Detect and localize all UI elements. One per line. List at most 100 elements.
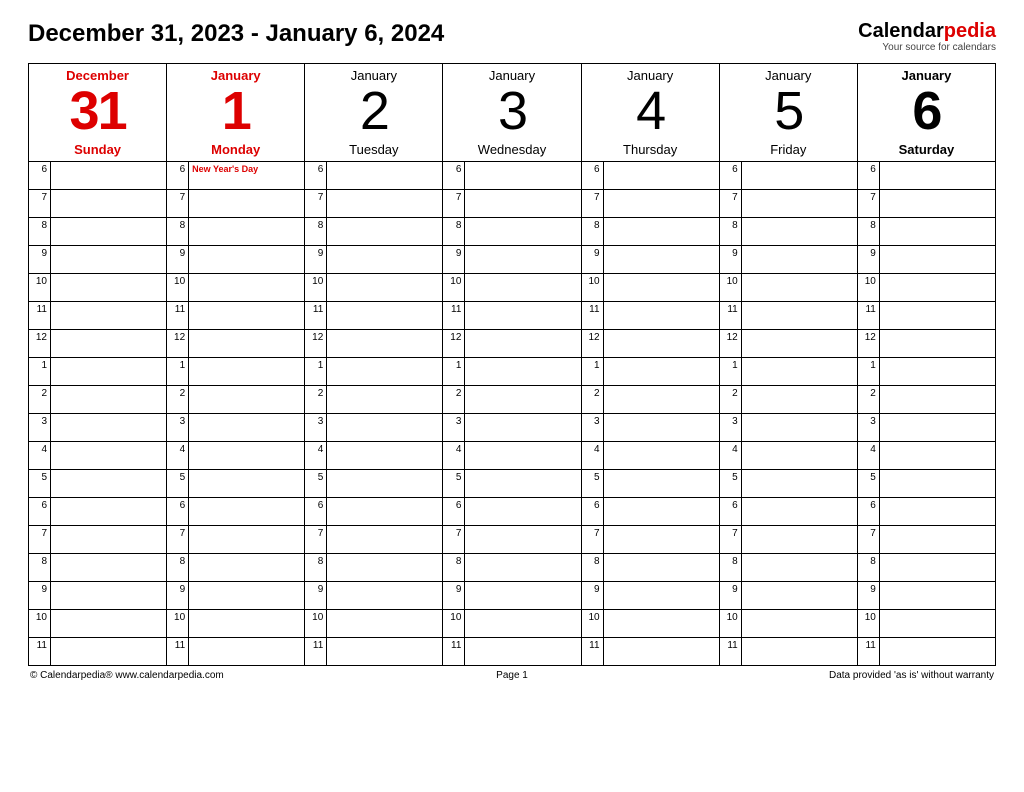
time-slot[interactable]: 6 (719, 497, 857, 525)
time-slot[interactable]: 4 (857, 441, 995, 469)
time-slot[interactable]: 1 (29, 357, 167, 385)
time-slot[interactable]: 9 (29, 245, 167, 273)
time-slot[interactable]: 12 (581, 329, 719, 357)
time-slot[interactable]: 7 (167, 189, 305, 217)
time-slot[interactable]: 7 (305, 189, 443, 217)
time-slot[interactable]: 6 (29, 161, 167, 189)
time-slot[interactable]: 7 (29, 525, 167, 553)
time-slot[interactable]: 11 (29, 637, 167, 665)
time-slot[interactable]: 12 (719, 329, 857, 357)
time-slot[interactable]: 7 (581, 525, 719, 553)
time-slot[interactable]: 7 (29, 189, 167, 217)
time-slot[interactable]: 11 (443, 637, 581, 665)
time-slot[interactable]: 10 (719, 609, 857, 637)
time-slot[interactable]: 1 (719, 357, 857, 385)
time-slot[interactable]: 8 (305, 553, 443, 581)
time-slot[interactable]: 2 (305, 385, 443, 413)
time-slot[interactable]: 9 (857, 245, 995, 273)
time-slot[interactable]: 9 (167, 581, 305, 609)
time-slot[interactable]: 10 (857, 273, 995, 301)
time-slot[interactable]: 7 (443, 189, 581, 217)
time-slot[interactable]: 7 (443, 525, 581, 553)
time-slot[interactable]: 11 (719, 637, 857, 665)
time-slot[interactable]: 8 (305, 217, 443, 245)
time-slot[interactable]: 10 (581, 609, 719, 637)
time-slot[interactable]: 5 (857, 469, 995, 497)
time-slot[interactable]: 8 (857, 217, 995, 245)
time-slot[interactable]: 6 (443, 497, 581, 525)
time-slot[interactable]: 2 (443, 385, 581, 413)
time-slot[interactable]: 2 (581, 385, 719, 413)
time-slot[interactable]: 2 (857, 385, 995, 413)
time-slot[interactable]: 7 (167, 525, 305, 553)
time-slot[interactable]: 10 (443, 273, 581, 301)
time-slot[interactable]: 7 (719, 525, 857, 553)
time-slot[interactable]: 8 (719, 217, 857, 245)
time-slot[interactable]: 5 (305, 469, 443, 497)
time-slot[interactable]: 6 (29, 497, 167, 525)
time-slot[interactable]: 9 (443, 245, 581, 273)
time-slot[interactable]: 7 (719, 189, 857, 217)
time-slot[interactable]: 11 (857, 301, 995, 329)
time-slot[interactable]: 6 (305, 497, 443, 525)
time-slot[interactable]: 8 (167, 217, 305, 245)
time-slot[interactable]: 7 (305, 525, 443, 553)
time-slot[interactable]: 6 (167, 497, 305, 525)
time-slot[interactable]: 3 (305, 413, 443, 441)
time-slot[interactable]: 5 (581, 469, 719, 497)
time-slot[interactable]: 8 (581, 553, 719, 581)
time-slot[interactable]: 9 (305, 245, 443, 273)
time-slot[interactable]: 7 (581, 189, 719, 217)
time-slot[interactable]: 4 (167, 441, 305, 469)
time-slot[interactable]: 6 (719, 161, 857, 189)
time-slot[interactable]: 7 (857, 189, 995, 217)
time-slot[interactable]: 3 (443, 413, 581, 441)
time-slot[interactable]: 10 (305, 273, 443, 301)
time-slot[interactable]: 10 (719, 273, 857, 301)
time-slot[interactable]: 2 (167, 385, 305, 413)
time-slot[interactable]: 11 (29, 301, 167, 329)
time-slot[interactable]: 12 (305, 329, 443, 357)
time-slot[interactable]: 10 (443, 609, 581, 637)
time-slot[interactable]: 6 (857, 161, 995, 189)
time-slot[interactable]: 10 (581, 273, 719, 301)
time-slot[interactable]: 9 (167, 245, 305, 273)
time-slot[interactable]: 9 (581, 581, 719, 609)
time-slot[interactable]: 3 (29, 413, 167, 441)
time-slot[interactable]: 5 (719, 469, 857, 497)
time-slot[interactable]: 7 (857, 525, 995, 553)
time-slot[interactable]: 10 (857, 609, 995, 637)
time-slot[interactable]: 12 (443, 329, 581, 357)
time-slot[interactable]: 11 (305, 637, 443, 665)
time-slot[interactable]: 1 (581, 357, 719, 385)
time-slot[interactable]: 6 (443, 161, 581, 189)
time-slot[interactable]: 8 (581, 217, 719, 245)
time-slot[interactable]: 8 (443, 553, 581, 581)
time-slot[interactable]: 11 (719, 301, 857, 329)
time-slot[interactable]: 11 (167, 637, 305, 665)
time-slot[interactable]: 1 (857, 357, 995, 385)
time-slot[interactable]: 6New Year's Day (167, 161, 305, 189)
time-slot[interactable]: 4 (443, 441, 581, 469)
time-slot[interactable]: 11 (305, 301, 443, 329)
time-slot[interactable]: 12 (167, 329, 305, 357)
time-slot[interactable]: 8 (857, 553, 995, 581)
time-slot[interactable]: 6 (581, 497, 719, 525)
time-slot[interactable]: 10 (29, 609, 167, 637)
time-slot[interactable]: 10 (29, 273, 167, 301)
time-slot[interactable]: 9 (581, 245, 719, 273)
time-slot[interactable]: 11 (581, 301, 719, 329)
time-slot[interactable]: 1 (167, 357, 305, 385)
time-slot[interactable]: 8 (443, 217, 581, 245)
time-slot[interactable]: 9 (719, 581, 857, 609)
time-slot[interactable]: 6 (305, 161, 443, 189)
time-slot[interactable]: 4 (29, 441, 167, 469)
time-slot[interactable]: 8 (29, 217, 167, 245)
time-slot[interactable]: 3 (857, 413, 995, 441)
time-slot[interactable]: 5 (167, 469, 305, 497)
time-slot[interactable]: 12 (29, 329, 167, 357)
time-slot[interactable]: 4 (581, 441, 719, 469)
time-slot[interactable]: 2 (719, 385, 857, 413)
time-slot[interactable]: 6 (857, 497, 995, 525)
time-slot[interactable]: 10 (167, 273, 305, 301)
